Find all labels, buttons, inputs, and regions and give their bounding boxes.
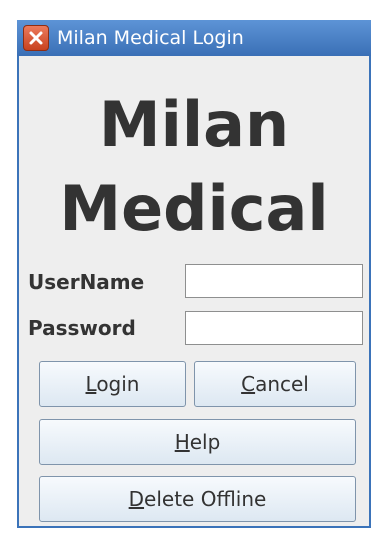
delete-offline-button[interactable]: Delete Offline [39,476,356,522]
close-button[interactable] [23,25,49,51]
cancel-button[interactable]: Cancel [194,361,356,407]
cancel-mnemonic: C [241,372,256,396]
help-mnemonic: H [174,430,190,454]
password-field[interactable] [185,311,363,345]
heading-line-1: Milan [98,88,290,161]
help-button[interactable]: Help [39,419,356,465]
heading-line-2: Medical [59,172,329,245]
close-icon [29,31,43,45]
delete-offline-mnemonic: D [128,487,145,511]
title-bar[interactable]: Milan Medical Login [17,20,371,56]
login-label: ogin [96,372,140,396]
login-button[interactable]: Login [39,361,186,407]
window-title: Milan Medical Login [57,27,244,49]
login-mnemonic: L [85,372,97,396]
password-label: Password [28,316,136,340]
username-field[interactable] [185,264,363,298]
cancel-label: ancel [255,372,309,396]
delete-offline-label: elete Offline [144,487,267,511]
help-label: elp [189,430,221,454]
username-label: UserName [28,270,145,294]
login-window: Milan Medical Login Milan Medical UserNa… [17,20,371,528]
